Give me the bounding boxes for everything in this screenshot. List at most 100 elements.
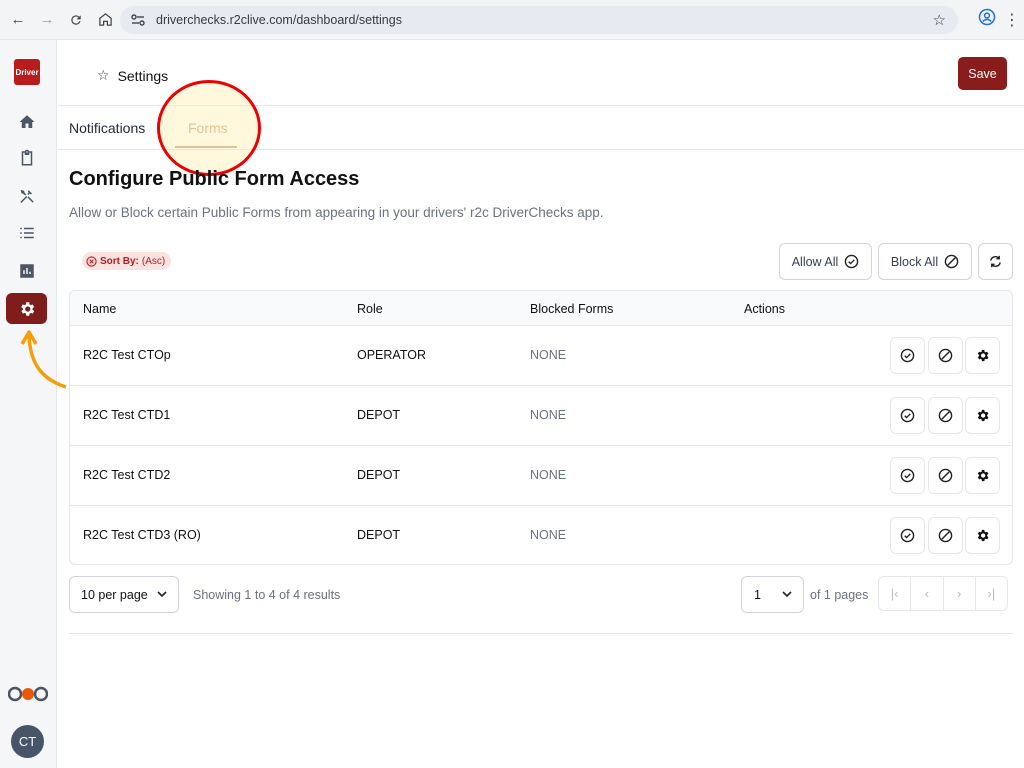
column-header-actions: Actions [744, 302, 785, 316]
row-settings-button[interactable] [965, 397, 1000, 434]
row-role: OPERATOR [357, 348, 426, 362]
block-icon [938, 348, 953, 363]
save-button[interactable]: Save [958, 57, 1007, 90]
profile-icon[interactable] [978, 8, 996, 31]
home-browser-icon[interactable] [93, 8, 117, 32]
gear-icon [20, 301, 34, 316]
block-all-label: Block All [890, 254, 939, 269]
row-blocked-forms: NONE [530, 528, 567, 542]
home-icon [19, 115, 35, 128]
row-block-button[interactable] [928, 397, 963, 434]
user-avatar[interactable]: CT [11, 725, 44, 758]
refresh-icon [990, 255, 1001, 268]
table-header: Name Role Blocked Forms Actions [70, 291, 1012, 326]
block-icon [938, 408, 953, 423]
gear-icon [977, 469, 989, 482]
annotation-circle [157, 80, 261, 176]
check-circle-icon [900, 528, 915, 543]
row-block-button[interactable] [928, 457, 963, 494]
sidebar-item-home[interactable] [14, 109, 40, 135]
row-name: R2C Test CTD2 [83, 468, 171, 482]
access-table: Name Role Blocked Forms Actions R2C Test… [69, 290, 1013, 565]
row-role: DEPOT [357, 528, 401, 542]
row-settings-button[interactable] [965, 337, 1000, 374]
chevron-down-icon [782, 591, 792, 598]
close-circle-icon[interactable] [86, 255, 97, 267]
sidebar-item-list[interactable] [14, 220, 40, 246]
site-settings-icon[interactable] [130, 12, 146, 28]
last-page-icon[interactable]: ›| [976, 577, 1007, 610]
reload-icon[interactable] [64, 8, 88, 32]
logo-text: Driver [15, 67, 39, 77]
forward-arrow-icon[interactable]: → [35, 8, 59, 32]
pagination-controls: |‹ ‹ › ›| [878, 576, 1008, 611]
next-page-icon[interactable]: › [944, 577, 976, 610]
sidebar-item-checklist[interactable] [14, 145, 40, 171]
block-icon [938, 468, 953, 483]
check-circle-icon [844, 254, 859, 269]
column-header-role[interactable]: Role [357, 302, 383, 316]
url-text[interactable]: driverchecks.r2clive.com/dashboard/setti… [156, 13, 402, 27]
sort-badge[interactable]: Sort By: (Asc) [82, 252, 172, 270]
row-name: R2C Test CTD3 (RO) [83, 528, 201, 542]
row-role: DEPOT [357, 408, 401, 422]
table-row: R2C Test CTD1 DEPOT NONE [70, 386, 1012, 446]
first-page-icon[interactable]: |‹ [879, 577, 912, 610]
section-description: Allow or Block certain Public Forms from… [69, 205, 604, 220]
table-row: R2C Test CTOp OPERATOR NONE [70, 326, 1012, 386]
row-blocked-forms: NONE [530, 468, 567, 482]
refresh-button[interactable] [978, 243, 1013, 280]
favorite-star-icon[interactable]: ☆ [97, 67, 110, 84]
row-block-button[interactable] [928, 337, 963, 374]
check-circle-icon [900, 468, 915, 483]
tools-icon [20, 190, 34, 204]
table-row: R2C Test CTD2 DEPOT NONE [70, 446, 1012, 506]
block-icon [944, 254, 959, 269]
bookmark-star-icon[interactable]: ☆ [933, 11, 946, 29]
per-page-select[interactable]: 10 per page [69, 576, 179, 613]
page-number-select[interactable]: 1 [741, 576, 804, 613]
row-blocked-forms: NONE [530, 408, 567, 422]
list-icon [20, 227, 34, 239]
table-row: R2C Test CTD3 (RO) DEPOT NONE [70, 506, 1012, 564]
block-all-button[interactable]: Block All [878, 243, 972, 280]
menu-kebab-icon[interactable]: ⋮ [1004, 10, 1020, 30]
column-header-name[interactable]: Name [83, 302, 116, 316]
divider [69, 633, 1013, 634]
block-icon [938, 528, 953, 543]
per-page-value: 10 per page [81, 587, 148, 602]
check-circle-icon [900, 348, 915, 363]
sidebar: Driver CT [0, 40, 57, 768]
row-name: R2C Test CTD1 [83, 408, 171, 422]
row-block-button[interactable] [928, 517, 963, 554]
browser-toolbar: ← → driverchecks.r2clive.com/dashboard/s… [0, 0, 1024, 40]
check-circle-icon [900, 408, 915, 423]
tab-notifications[interactable]: Notifications [69, 120, 145, 136]
gear-icon [977, 409, 989, 422]
sort-badge-label: Sort By: [100, 255, 139, 267]
sidebar-item-tools[interactable] [14, 183, 40, 209]
back-arrow-icon[interactable]: ← [6, 8, 30, 32]
app-logo[interactable]: Driver [14, 59, 40, 85]
gear-icon [977, 349, 989, 362]
clipboard-icon [21, 149, 33, 166]
sidebar-item-reports[interactable] [14, 258, 40, 284]
row-allow-button[interactable] [890, 457, 925, 494]
results-summary: Showing 1 to 4 of 4 results [193, 588, 341, 602]
row-role: DEPOT [357, 468, 401, 482]
allow-all-button[interactable]: Allow All [779, 243, 872, 280]
previous-page-icon[interactable]: ‹ [911, 577, 944, 610]
annotation-arrow [20, 330, 67, 389]
r2c-brand-logo [8, 686, 48, 702]
allow-all-label: Allow All [791, 254, 839, 269]
row-settings-button[interactable] [965, 517, 1000, 554]
gear-icon [977, 529, 989, 542]
row-allow-button[interactable] [890, 517, 925, 554]
row-settings-button[interactable] [965, 457, 1000, 494]
row-allow-button[interactable] [890, 337, 925, 374]
address-bar[interactable]: driverchecks.r2clive.com/dashboard/setti… [120, 6, 958, 34]
page-number-value: 1 [754, 587, 761, 602]
row-allow-button[interactable] [890, 397, 925, 434]
sort-badge-value: (Asc) [141, 255, 166, 267]
column-header-blocked-forms[interactable]: Blocked Forms [530, 302, 613, 316]
